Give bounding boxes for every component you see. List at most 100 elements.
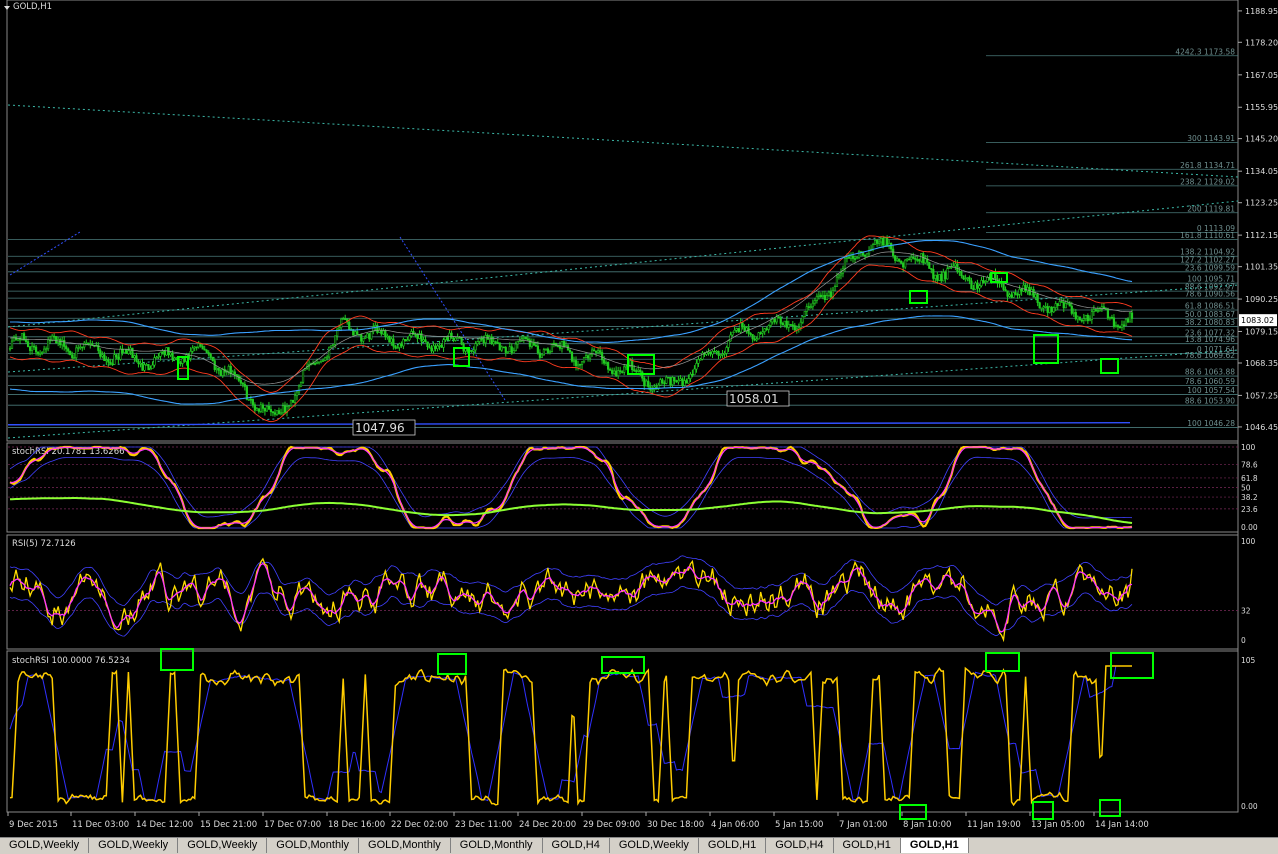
candle-body	[506, 351, 509, 354]
candle-body	[320, 360, 323, 363]
candle-body	[390, 338, 393, 343]
chart-tab[interactable]: GOLD,Monthly	[359, 838, 451, 853]
candle-body	[239, 380, 242, 384]
candle-body	[424, 339, 427, 343]
candle-body	[422, 339, 425, 342]
candle-body	[1050, 306, 1053, 313]
chart-tab[interactable]: GOLD,Weekly	[178, 838, 268, 853]
candle-body	[151, 364, 154, 369]
time-tick-label: 23 Dec 11:00	[455, 820, 512, 830]
candle-body	[922, 253, 925, 264]
candle-body	[235, 374, 238, 377]
candle-body	[556, 345, 560, 348]
candle-body	[821, 295, 824, 298]
candle-body	[1020, 288, 1023, 292]
chart-tab[interactable]: GOLD,Weekly	[609, 838, 699, 853]
chart-tab[interactable]: GOLD,Monthly	[267, 838, 360, 853]
candle-body	[502, 346, 505, 349]
chart-tab[interactable]: GOLD,H1	[900, 838, 969, 853]
candle-body	[259, 404, 262, 412]
candle-body	[342, 318, 345, 320]
chart-tab[interactable]: GOLD,Weekly	[0, 838, 90, 853]
candle-body	[125, 348, 128, 354]
candle-body	[504, 347, 507, 353]
candle-body	[219, 370, 222, 376]
candle-body	[494, 341, 497, 343]
candle-body	[1124, 318, 1128, 326]
candle-body	[683, 380, 686, 386]
collapse-arrow-icon[interactable]	[4, 6, 10, 10]
candle-body	[781, 323, 784, 326]
candle-body	[942, 271, 945, 282]
candle-body	[522, 337, 525, 339]
candle-body	[940, 274, 943, 282]
chart-tab[interactable]: GOLD,Monthly	[450, 838, 543, 853]
candle-body	[912, 256, 915, 259]
chart-tab[interactable]: GOLD,H1	[833, 838, 901, 853]
candle-body	[1038, 302, 1041, 309]
time-tick-label: 5 Jan 15:00	[775, 820, 823, 830]
time-tick-label: 9 Dec 2015	[9, 820, 58, 830]
candle-body	[723, 353, 726, 355]
highlight-box	[601, 656, 645, 674]
candle-body	[344, 318, 347, 320]
candle-body	[769, 321, 772, 326]
candle-body	[592, 349, 596, 352]
chart-tab[interactable]: GOLD,H1	[698, 838, 767, 853]
pane-title: RSI(5) 72.7126	[12, 539, 76, 549]
stoch2-axis-label: 105	[1241, 656, 1256, 665]
candle-body	[633, 369, 636, 372]
candle-body	[366, 333, 369, 338]
candle-body	[1016, 293, 1019, 296]
candle-body	[171, 352, 174, 361]
candle-body	[558, 345, 562, 349]
candle-body	[661, 379, 664, 384]
chart-tab[interactable]: GOLD,Weekly	[89, 838, 179, 853]
candle-body	[1030, 289, 1033, 296]
candle-body	[400, 343, 403, 347]
candle-body	[882, 238, 885, 246]
chart-tab[interactable]: GOLD,H4	[766, 838, 834, 853]
candle-body	[165, 347, 168, 356]
candle-body	[849, 255, 853, 259]
candle-body	[777, 316, 780, 319]
candle-body	[817, 294, 820, 297]
candle-body	[514, 343, 517, 351]
candle-body	[8, 347, 12, 350]
candle-body	[930, 268, 933, 270]
candle-body	[205, 349, 208, 353]
candle-body	[99, 350, 102, 357]
candle-body	[1084, 315, 1087, 319]
candle-body	[139, 362, 142, 365]
pane-border-1	[6, 0, 1239, 442]
candle-body	[289, 399, 293, 407]
rsi-axis-label: 100	[1241, 537, 1256, 546]
candle-body	[675, 380, 678, 383]
candle-body	[1026, 286, 1029, 292]
candle-body	[77, 347, 80, 349]
candle-body	[900, 260, 903, 264]
candle-body	[596, 350, 600, 353]
candle-body	[460, 337, 463, 345]
candle-body	[1082, 318, 1085, 321]
time-tick-label: 15 Dec 21:00	[200, 820, 257, 830]
chart-window[interactable]: 1188.95 1178.20 1167.05 1155.95 1145.20 1134.…	[0, 0, 1278, 853]
candle-body	[932, 268, 935, 279]
candle-body	[1056, 303, 1059, 306]
fib-level-label: 4242.3 1173.58	[1175, 47, 1235, 56]
candle-body	[673, 377, 676, 382]
candle-body	[576, 363, 580, 367]
chart-tab[interactable]: GOLD,H4	[542, 838, 610, 853]
candle-body	[1052, 307, 1055, 313]
candle-body	[1128, 312, 1132, 323]
candle-body	[615, 370, 618, 377]
candle-body	[203, 348, 206, 351]
candle-body	[773, 318, 776, 323]
chart-canvas[interactable]: 1188.95 1178.20 1167.05 1155.95 1145.20 1134.…	[0, 0, 1278, 837]
candle-body	[37, 351, 40, 355]
candle-body	[560, 341, 564, 349]
candle-body	[155, 357, 158, 359]
highlight-box	[909, 290, 928, 304]
candle-body	[59, 339, 62, 346]
candle-body	[211, 357, 214, 362]
